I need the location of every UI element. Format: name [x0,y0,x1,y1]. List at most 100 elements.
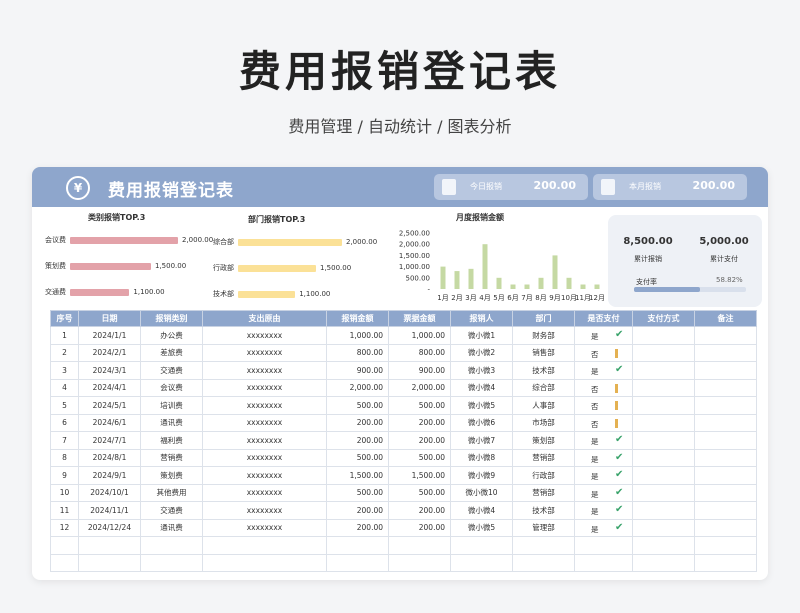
cell-date: 2024/10/1 [78,483,141,502]
cell-remark[interactable] [694,413,757,432]
cell-pay-method[interactable] [632,518,695,537]
total-paid-label: 累计支付 [710,255,738,263]
cell-person: 微小微8 [450,448,513,467]
month-tick-label: 9月 [549,294,560,302]
monthly-chart-title: 月度报销金额 [456,213,504,222]
cell-remark[interactable] [694,343,757,362]
cell-paid[interactable]: 是 ✔ [574,483,633,502]
cell-remark[interactable] [694,326,757,345]
cell-reason: xxxxxxxx [202,518,327,537]
cell-paid[interactable]: 是 ✔ [574,466,633,485]
warning-icon [615,418,618,428]
empty-cell[interactable] [202,536,327,555]
cell-pay-method[interactable] [632,483,695,502]
cell-remark[interactable] [694,378,757,397]
cell-dept: 人事部 [512,396,575,415]
empty-cell[interactable] [78,553,141,572]
cell-paid[interactable]: 否 [574,343,633,362]
empty-cell[interactable] [78,536,141,555]
cell-person: 微小微9 [450,466,513,485]
cell-date: 2024/7/1 [78,431,141,450]
table-body: 1 2024/1/1 办公费 xxxxxxxx 1,000.00 1,000.00 微小微1… [50,326,757,572]
cell-pay-method[interactable] [632,448,695,467]
empty-cell[interactable] [512,553,575,572]
cell-receipt: 500.00 [388,396,451,415]
table-row: 12 2024/12/24 通讯费 xxxxxxxx 200.00 200.00 微小微5 管… [50,518,757,537]
top3-value-label: 1,100.00 [299,290,331,298]
cell-remark[interactable] [694,483,757,502]
top3-category-label: 综合部 [213,238,234,246]
empty-cell[interactable] [632,553,695,572]
cell-remark[interactable] [694,466,757,485]
cell-amount: 1,500.00 [326,466,389,485]
cell-pay-method[interactable] [632,466,695,485]
empty-cell[interactable] [326,536,389,555]
cell-date: 2024/8/1 [78,448,141,467]
cell-receipt: 500.00 [388,483,451,502]
cell-person: 微小微4 [450,378,513,397]
empty-cell[interactable] [50,553,79,572]
top3-value-label: 1,500.00 [155,262,187,270]
paid-status-text: 是 [591,367,599,376]
cell-person: 微小微5 [450,396,513,415]
cell-remark[interactable] [694,396,757,415]
empty-cell[interactable] [574,536,633,555]
empty-cell[interactable] [450,536,513,555]
cell-paid[interactable]: 否 [574,413,633,432]
cell-paid[interactable]: 是 ✔ [574,501,633,520]
page-subtitle: 费用管理 / 自动统计 / 图表分析 [288,117,512,136]
empty-cell[interactable] [140,553,203,572]
cell-reason: xxxxxxxx [202,361,327,380]
cell-dept: 行政部 [512,466,575,485]
paid-status-text: 是 [591,454,599,464]
empty-cell[interactable] [694,536,757,555]
paid-status-text: 否 [591,419,599,429]
cell-paid[interactable]: 是 ✔ [574,326,633,345]
empty-cell[interactable] [202,553,327,572]
paid-status-text: 是 [591,437,599,446]
cell-pay-method[interactable] [632,378,695,397]
cell-date: 2024/12/24 [78,518,141,537]
cell-date: 2024/11/1 [78,501,141,520]
y-tick-label: 1,000.00 [399,263,430,271]
cell-pay-method[interactable] [632,396,695,415]
cell-pay-method[interactable] [632,361,695,380]
cell-paid[interactable]: 是 ✔ [574,361,633,380]
cell-remark[interactable] [694,361,757,380]
empty-cell[interactable] [512,536,575,555]
cell-remark[interactable] [694,518,757,537]
cell-paid[interactable]: 是 ✔ [574,448,633,467]
cell-amount: 500.00 [326,483,389,502]
cell-reason: xxxxxxxx [202,431,327,450]
cell-pay-method[interactable] [632,343,695,362]
cell-remark[interactable] [694,501,757,520]
empty-cell[interactable] [574,553,633,572]
column-header: 报销类别 [140,310,203,327]
cell-pay-method[interactable] [632,326,695,345]
empty-cell[interactable] [140,536,203,555]
cell-remark[interactable] [694,448,757,467]
empty-cell[interactable] [326,553,389,572]
empty-cell[interactable] [50,536,79,555]
table-row: 2 2024/2/1 差旅费 xxxxxxxx 800.00 800.00 微小微2 销售部否 [50,343,757,362]
cell-paid[interactable]: 否 [574,396,633,415]
cell-no: 3 [50,361,79,380]
cell-paid[interactable]: 是 ✔ [574,518,633,537]
cell-paid[interactable]: 否 [574,378,633,397]
cell-dept: 营销部 [512,448,575,467]
empty-cell[interactable] [388,536,451,555]
cell-paid[interactable]: 是 ✔ [574,431,633,450]
empty-cell[interactable] [694,553,757,572]
cell-remark[interactable] [694,431,757,450]
cell-pay-method[interactable] [632,431,695,450]
empty-cell[interactable] [632,536,695,555]
cell-pay-method[interactable] [632,501,695,520]
pay-rate-value: 58.82% [716,276,743,284]
cell-pay-method[interactable] [632,413,695,432]
cell-no: 1 [50,326,79,345]
cell-reason: xxxxxxxx [202,378,327,397]
empty-cell[interactable] [450,553,513,572]
check-icon: ✔ [615,469,624,480]
empty-cell[interactable] [388,553,451,572]
month-bar [566,277,572,289]
